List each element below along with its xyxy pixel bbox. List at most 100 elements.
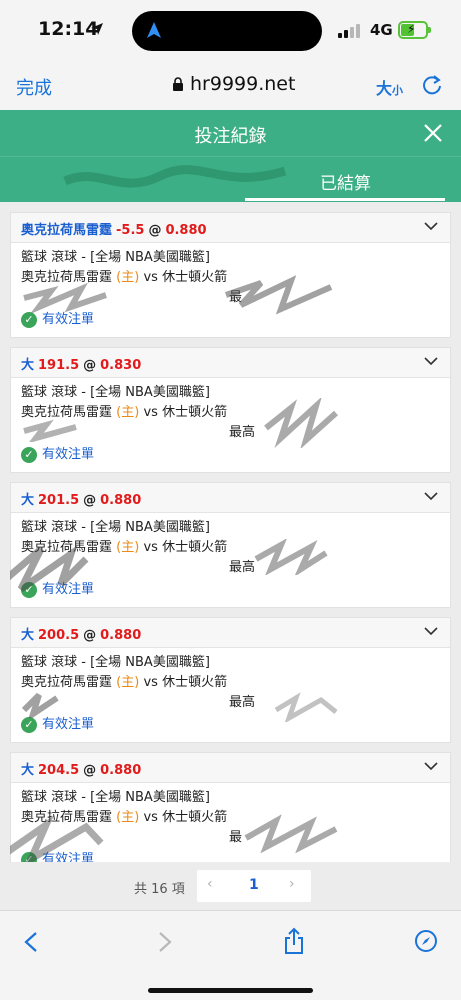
network-type: 4G xyxy=(370,21,393,39)
check-circle-icon: ✓ xyxy=(21,447,37,463)
home-team: 奧克拉荷馬雷霆 xyxy=(21,405,113,420)
bet-header[interactable]: 大 201.5 @0.880 xyxy=(11,483,450,513)
away-team: 休士頓火箭 xyxy=(162,270,228,285)
bet-header[interactable]: 奧克拉荷馬雷霆 -5.5 @0.880 xyxy=(11,213,450,243)
bet-status-text: 有效注單 xyxy=(42,582,95,597)
at-sign: @ xyxy=(83,493,97,508)
league-text: 籃球 滾球 - [全場 NBA美國職籃] xyxy=(21,655,210,670)
chevron-down-icon[interactable] xyxy=(424,492,438,501)
url-field[interactable]: hr9999.net xyxy=(172,73,295,95)
away-team: 休士頓火箭 xyxy=(162,540,228,555)
matchup: 奧克拉荷馬雷霆 (主) vs 休士頓火箭 xyxy=(21,808,450,828)
bet-pick: 大 xyxy=(21,493,35,508)
home-team: 奧克拉荷馬雷霆 xyxy=(21,675,113,690)
bet-header[interactable]: 大 204.5 @0.880 xyxy=(11,753,450,783)
reload-icon[interactable] xyxy=(421,74,443,96)
next-page-button[interactable]: › xyxy=(289,876,295,892)
vs-text: vs xyxy=(143,540,158,555)
matchup: 奧克拉荷馬雷霆 (主) vs 休士頓火箭 xyxy=(21,268,450,288)
text-size-small: 小 xyxy=(392,84,404,97)
bet-status-text: 有效注單 xyxy=(42,447,95,462)
at-sign: @ xyxy=(148,223,162,238)
forward-icon[interactable] xyxy=(156,931,174,953)
text-size-button[interactable]: 大小 xyxy=(376,75,403,99)
bet-status-text: 有效注單 xyxy=(42,312,95,327)
pagination: 共 16 項 ‹ 1 › xyxy=(0,868,461,906)
location-arrow-icon xyxy=(91,23,103,35)
bet-header[interactable]: 大 191.5 @0.830 xyxy=(11,348,450,378)
matchup: 奧克拉荷馬雷霆 (主) vs 休士頓火箭 xyxy=(21,673,450,693)
status-bar: 12:14 4G ⚡ xyxy=(0,0,461,62)
back-icon[interactable] xyxy=(22,931,40,953)
bet-card[interactable]: 大 200.5 @0.880 籃球 滾球 - [全場 NBA美國職籃] 奧克拉荷馬雷… xyxy=(10,617,451,743)
league-text: 籃球 滾球 - [全場 NBA美國職籃] xyxy=(21,520,210,535)
share-icon[interactable] xyxy=(283,927,305,955)
max-label: 最高 xyxy=(229,425,256,440)
lock-icon xyxy=(173,76,183,91)
max-label: 最高 xyxy=(229,560,256,575)
bet-status: ✓ 有效注單 xyxy=(21,715,450,735)
vs-text: vs xyxy=(143,270,158,285)
away-team: 休士頓火箭 xyxy=(162,675,228,690)
bet-pick: 大 xyxy=(21,358,35,373)
matchup: 奧克拉荷馬雷霆 (主) vs 休士頓火箭 xyxy=(21,403,450,423)
home-tag: (主) xyxy=(116,405,140,420)
max-label: 最 xyxy=(229,830,243,845)
bet-line: 201.5 xyxy=(38,493,80,508)
bet-odds: 0.880 xyxy=(100,628,142,643)
vs-text: vs xyxy=(143,810,158,825)
bet-header[interactable]: 大 200.5 @0.880 xyxy=(11,618,450,648)
away-team: 休士頓火箭 xyxy=(162,810,228,825)
bet-line: 204.5 xyxy=(38,763,80,778)
bet-list: 奧克拉荷馬雷霆 -5.5 @0.880 籃球 滾球 - [全場 NBA美國職籃] 奧… xyxy=(10,212,451,862)
done-button[interactable]: 完成 xyxy=(16,74,52,100)
home-team: 奧克拉荷馬雷霆 xyxy=(21,270,113,285)
at-sign: @ xyxy=(83,358,97,373)
bet-line: 191.5 xyxy=(38,358,80,373)
bet-odds: 0.880 xyxy=(100,493,142,508)
prev-page-button[interactable]: ‹ xyxy=(207,876,213,892)
bet-card[interactable]: 奧克拉荷馬雷霆 -5.5 @0.880 籃球 滾球 - [全場 NBA美國職籃] 奧… xyxy=(10,212,451,338)
league-text: 籃球 滾球 - [全場 NBA美國職籃] xyxy=(21,385,210,400)
current-page[interactable]: 1 xyxy=(249,877,259,893)
home-indicator xyxy=(148,988,313,993)
chevron-down-icon[interactable] xyxy=(424,627,438,636)
chevron-down-icon[interactable] xyxy=(424,357,438,366)
text-size-big: 大 xyxy=(376,79,393,98)
browser-bar: 完成 hr9999.net 大小 xyxy=(0,62,461,110)
total-count: 共 16 項 xyxy=(134,882,185,897)
max-label: 最高 xyxy=(229,695,256,710)
battery-icon: ⚡ xyxy=(398,21,431,39)
bet-card[interactable]: 大 191.5 @0.830 籃球 滾球 - [全場 NBA美國職籃] 奧克拉荷馬雷… xyxy=(10,347,451,473)
tab-bar: 已結算 xyxy=(0,156,461,202)
navigation-icon xyxy=(147,22,161,38)
bet-status: ✓ 有效注單 xyxy=(21,445,450,465)
check-circle-icon: ✓ xyxy=(21,717,37,733)
bet-card[interactable]: 大 201.5 @0.880 籃球 滾球 - [全場 NBA美國職籃] 奧克拉荷馬雷… xyxy=(10,482,451,608)
bet-status: ✓ 有效注單 xyxy=(21,580,450,600)
bet-pick: 大 xyxy=(21,763,35,778)
at-sign: @ xyxy=(83,763,97,778)
modal-header: 投注紀錄 xyxy=(0,110,461,156)
bet-status-text: 有效注單 xyxy=(42,852,95,862)
tab-settled[interactable]: 已結算 xyxy=(320,169,371,194)
bet-line: -5.5 xyxy=(116,223,145,238)
chevron-down-icon[interactable] xyxy=(424,762,438,771)
bet-odds: 0.830 xyxy=(100,358,142,373)
bet-card[interactable]: 大 204.5 @0.880 籃球 滾球 - [全場 NBA美國職籃] 奧克拉荷馬雷… xyxy=(10,752,451,862)
home-team: 奧克拉荷馬雷霆 xyxy=(21,540,113,555)
compass-icon[interactable] xyxy=(414,929,438,953)
signal-icon xyxy=(338,24,364,38)
matchup: 奧克拉荷馬雷霆 (主) vs 休士頓火箭 xyxy=(21,538,450,558)
home-tag: (主) xyxy=(116,810,140,825)
pager-controls: ‹ 1 › xyxy=(197,870,311,902)
home-tag: (主) xyxy=(116,270,140,285)
chevron-down-icon[interactable] xyxy=(424,222,438,231)
close-icon[interactable] xyxy=(422,122,444,144)
bet-status: ✓ 有效注單 xyxy=(21,310,450,330)
bet-odds: 0.880 xyxy=(165,223,207,238)
home-team: 奧克拉荷馬雷霆 xyxy=(21,810,113,825)
dynamic-island xyxy=(132,11,322,51)
bet-pick: 奧克拉荷馬雷霆 xyxy=(21,223,113,238)
at-sign: @ xyxy=(83,628,97,643)
